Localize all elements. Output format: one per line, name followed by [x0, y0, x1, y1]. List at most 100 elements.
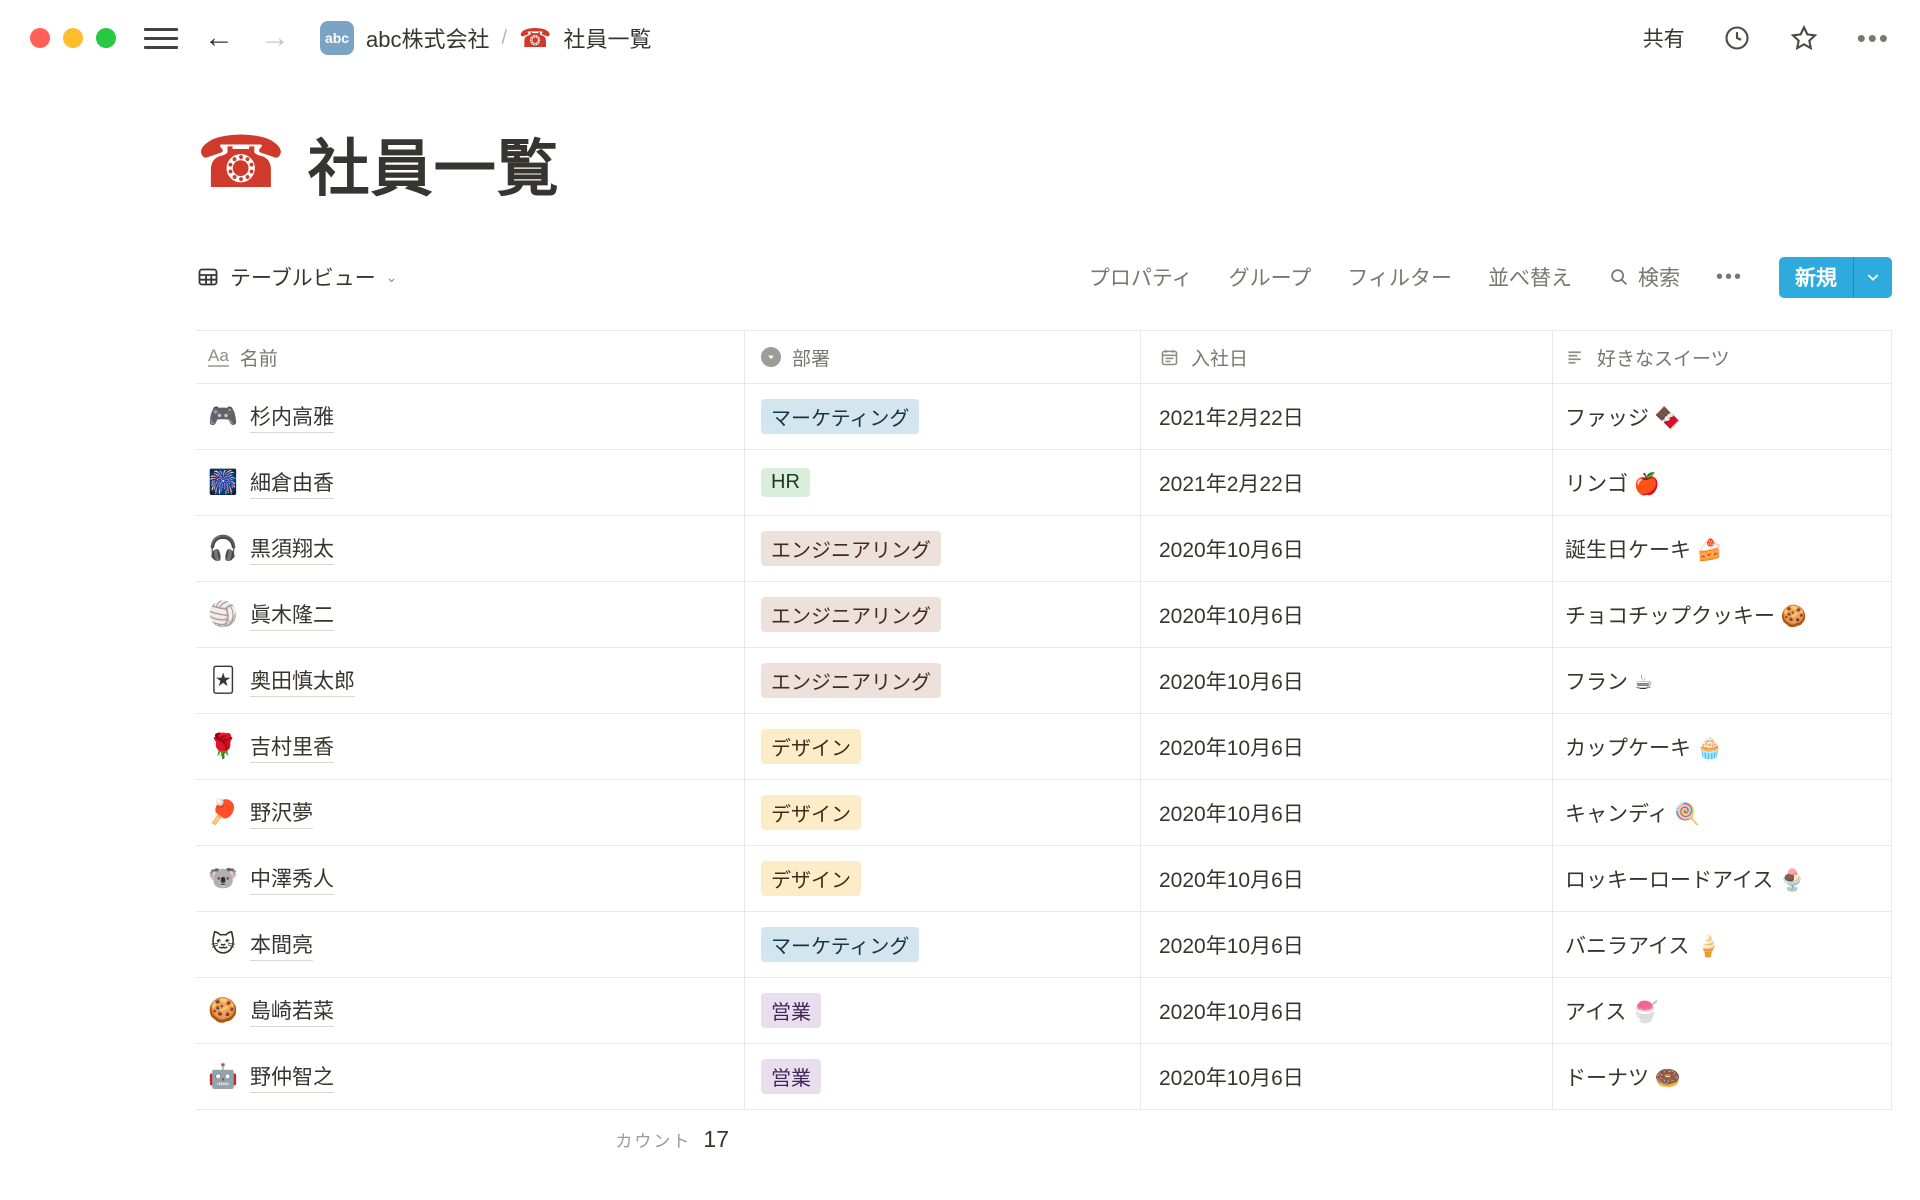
table-row: 🎮 杉内高雅 マーケティング 2021年2月22日 ファッジ 🍫: [196, 384, 1892, 450]
employee-page-link[interactable]: 細倉由香: [250, 467, 334, 499]
name-cell[interactable]: 🃏 奥田慎太郎: [196, 648, 745, 713]
favorite-sweet-cell[interactable]: ドーナツ 🍩: [1553, 1044, 1892, 1109]
column-label: 好きなスイーツ: [1597, 344, 1730, 371]
employee-page-link[interactable]: 野沢夢: [250, 797, 313, 829]
department-cell[interactable]: エンジニアリング: [745, 516, 1141, 581]
new-record-button[interactable]: 新規: [1779, 257, 1892, 298]
department-cell[interactable]: マーケティング: [745, 912, 1141, 977]
join-date-cell[interactable]: 2020年10月6日: [1141, 912, 1553, 977]
share-button[interactable]: 共有: [1643, 23, 1685, 53]
toolbar-controls: プロパティ グループ フィルター 並べ替え 検索 ••• 新規: [1089, 257, 1892, 298]
updates-clock-icon[interactable]: [1723, 24, 1751, 52]
name-cell[interactable]: 🎧 黒須翔太: [196, 516, 745, 581]
join-date-value: 2020年10月6日: [1159, 864, 1304, 894]
employee-page-link[interactable]: 野仲智之: [250, 1061, 334, 1093]
favorite-sweet-cell[interactable]: カップケーキ 🧁: [1553, 714, 1892, 779]
column-header-department[interactable]: 部署: [745, 331, 1141, 383]
join-date-cell[interactable]: 2020年10月6日: [1141, 516, 1553, 581]
name-cell[interactable]: 🍪 島崎若菜: [196, 978, 745, 1043]
close-window-button[interactable]: [30, 28, 50, 48]
department-tag: 営業: [761, 1059, 821, 1094]
department-cell[interactable]: マーケティング: [745, 384, 1141, 449]
zoom-window-button[interactable]: [96, 28, 116, 48]
department-cell[interactable]: エンジニアリング: [745, 582, 1141, 647]
department-cell[interactable]: 営業: [745, 1044, 1141, 1109]
minimize-window-button[interactable]: [63, 28, 83, 48]
department-cell[interactable]: デザイン: [745, 846, 1141, 911]
favorite-sweet-cell[interactable]: リンゴ 🍎: [1553, 450, 1892, 515]
employee-page-link[interactable]: 杉内高雅: [250, 401, 334, 433]
more-options-icon[interactable]: •••: [1857, 23, 1890, 54]
sort-button[interactable]: 並べ替え: [1488, 262, 1572, 292]
count-label[interactable]: カウント: [615, 1127, 691, 1152]
employee-page-link[interactable]: 本間亮: [250, 929, 313, 961]
department-cell[interactable]: デザイン: [745, 714, 1141, 779]
employee-page-link[interactable]: 黒須翔太: [250, 533, 334, 565]
department-cell[interactable]: HR: [745, 450, 1141, 515]
favorite-sweet-cell[interactable]: チョコチップクッキー 🍪: [1553, 582, 1892, 647]
column-header-join-date[interactable]: 入社日: [1141, 331, 1553, 383]
toolbar-more-icon[interactable]: •••: [1716, 266, 1743, 289]
back-arrow-icon[interactable]: ←: [204, 23, 234, 53]
view-switcher[interactable]: テーブルビュー ⌄: [196, 262, 397, 292]
column-header-name[interactable]: Aa 名前: [196, 331, 745, 383]
group-button[interactable]: グループ: [1229, 262, 1312, 292]
name-cell[interactable]: 🤖 野仲智之: [196, 1044, 745, 1109]
department-cell[interactable]: 営業: [745, 978, 1141, 1043]
workspace-icon[interactable]: abc: [320, 21, 354, 55]
join-date-cell[interactable]: 2020年10月6日: [1141, 582, 1553, 647]
column-label: 入社日: [1191, 344, 1248, 371]
favorite-sweet-cell[interactable]: ロッキーロードアイス 🍨: [1553, 846, 1892, 911]
name-cell[interactable]: 🌹 吉村里香: [196, 714, 745, 779]
favorite-sweet-cell[interactable]: アイス 🍧: [1553, 978, 1892, 1043]
favorite-sweet-cell[interactable]: 誕生日ケーキ 🍰: [1553, 516, 1892, 581]
filter-button[interactable]: フィルター: [1347, 262, 1452, 292]
join-date-value: 2020年10月6日: [1159, 1062, 1304, 1092]
join-date-cell[interactable]: 2020年10月6日: [1141, 648, 1553, 713]
search-icon: [1608, 266, 1630, 288]
name-cell[interactable]: 🏐 眞木隆二: [196, 582, 745, 647]
search-button[interactable]: 検索: [1608, 262, 1680, 292]
department-tag: デザイン: [761, 861, 861, 896]
name-cell[interactable]: 🎮 杉内高雅: [196, 384, 745, 449]
favorite-sweet-cell[interactable]: ファッジ 🍫: [1553, 384, 1892, 449]
table-row: 🏐 眞木隆二 エンジニアリング 2020年10月6日 チョコチップクッキー 🍪: [196, 582, 1892, 648]
join-date-cell[interactable]: 2020年10月6日: [1141, 714, 1553, 779]
new-button-chevron-icon[interactable]: [1854, 257, 1892, 298]
favorite-sweet-cell[interactable]: バニラアイス 🍦: [1553, 912, 1892, 977]
employee-page-link[interactable]: 島崎若菜: [250, 995, 334, 1027]
department-cell[interactable]: エンジニアリング: [745, 648, 1141, 713]
forward-arrow-icon[interactable]: →: [260, 23, 290, 53]
join-date-cell[interactable]: 2020年10月6日: [1141, 846, 1553, 911]
table-row: 🎆 細倉由香 HR 2021年2月22日 リンゴ 🍎: [196, 450, 1892, 516]
sidebar-toggle-icon[interactable]: [144, 21, 178, 55]
join-date-cell[interactable]: 2020年10月6日: [1141, 780, 1553, 845]
breadcrumb-workspace[interactable]: abc株式会社: [366, 22, 489, 54]
employee-page-link[interactable]: 眞木隆二: [250, 599, 334, 631]
join-date-cell[interactable]: 2020年10月6日: [1141, 978, 1553, 1043]
employee-page-link[interactable]: 吉村里香: [250, 731, 334, 763]
table-row: 🤖 野仲智之 営業 2020年10月6日 ドーナツ 🍩: [196, 1044, 1892, 1110]
join-date-cell[interactable]: 2021年2月22日: [1141, 384, 1553, 449]
view-name: テーブルビュー: [230, 262, 376, 292]
column-header-favorite-sweet[interactable]: 好きなスイーツ: [1553, 331, 1892, 383]
properties-button[interactable]: プロパティ: [1089, 262, 1193, 292]
name-cell[interactable]: 🎆 細倉由香: [196, 450, 745, 515]
name-cell[interactable]: 🐱 本間亮: [196, 912, 745, 977]
employee-page-link[interactable]: 奥田慎太郎: [250, 665, 355, 697]
name-cell[interactable]: 🐨 中澤秀人: [196, 846, 745, 911]
table-header-row: Aa 名前 部署 入社日: [196, 331, 1892, 384]
department-cell[interactable]: デザイン: [745, 780, 1141, 845]
name-cell[interactable]: 🏓 野沢夢: [196, 780, 745, 845]
favorite-sweet-cell[interactable]: キャンディ 🍭: [1553, 780, 1892, 845]
join-date-cell[interactable]: 2020年10月6日: [1141, 1044, 1553, 1109]
breadcrumb-page[interactable]: 社員一覧: [563, 22, 651, 54]
employee-page-link[interactable]: 中澤秀人: [250, 863, 334, 895]
row-avatar-emoji-icon: 🐨: [208, 864, 238, 893]
favorite-star-icon[interactable]: [1789, 23, 1819, 53]
join-date-cell[interactable]: 2021年2月22日: [1141, 450, 1553, 515]
page-title[interactable]: 社員一覧: [308, 118, 560, 208]
join-date-value: 2020年10月6日: [1159, 930, 1304, 960]
page-icon-phone[interactable]: ☎: [196, 127, 286, 199]
favorite-sweet-cell[interactable]: フラン ☕: [1553, 648, 1892, 713]
